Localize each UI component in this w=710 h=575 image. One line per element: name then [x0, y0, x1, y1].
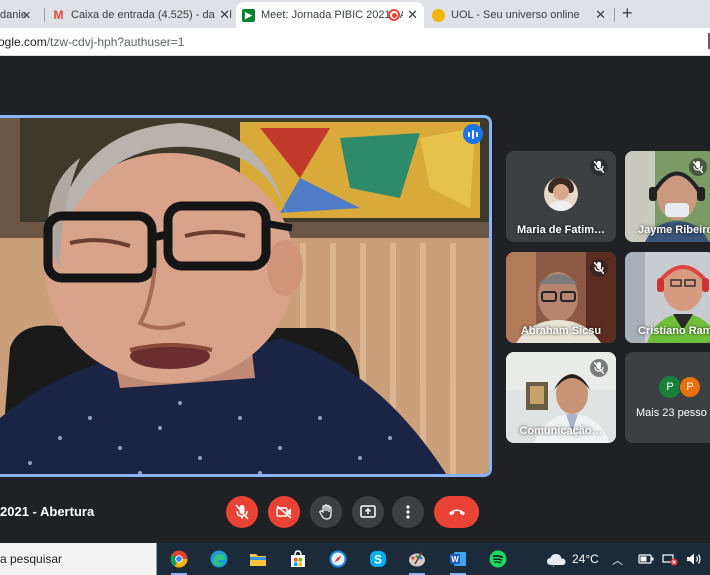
recording-icon — [388, 9, 400, 21]
hand-icon — [319, 504, 332, 520]
mic-off-icon — [235, 504, 249, 520]
participant-name: Maria de Fatim… — [516, 224, 606, 236]
close-tab-icon[interactable]: ✕ — [22, 2, 40, 28]
raise-hand-button[interactable] — [310, 496, 342, 528]
weather-icon[interactable] — [546, 549, 568, 569]
svg-text:S: S — [374, 553, 382, 567]
participant-name: Cristiano Ram — [638, 325, 710, 337]
new-tab-button[interactable]: + — [622, 3, 633, 24]
tab-uol[interactable]: UOL - Seu universo online ✕ — [426, 2, 612, 28]
tab-separator — [614, 8, 615, 22]
close-tab-icon[interactable]: ✕ — [595, 7, 606, 23]
word-icon[interactable]: W — [448, 549, 468, 575]
tab-gmail[interactable]: M Caixa de entrada (4.525) - daniel ✕ — [46, 2, 236, 28]
paint-icon[interactable] — [407, 549, 427, 575]
participant-name: Abraham Sicsu — [520, 325, 602, 337]
file-explorer-icon[interactable] — [248, 549, 268, 569]
avatar — [544, 177, 578, 211]
safari-compass-icon[interactable] — [328, 549, 348, 569]
toggle-mic-button[interactable] — [226, 496, 258, 528]
more-participants-label: Mais 23 pesso — [636, 407, 707, 419]
meeting-title: 2021 - Abertura — [0, 504, 95, 519]
search-placeholder: a pesquisar — [0, 552, 63, 566]
tab-title: Meet: Jornada PIBIC 2021 - A — [261, 9, 408, 21]
meet-stage: Maria de Fatim… Jayme Ribeiro Abraham Si… — [0, 57, 710, 543]
edge-icon[interactable] — [209, 549, 229, 569]
mic-off-icon — [590, 359, 608, 377]
more-participants-tile[interactable]: P P Mais 23 pesso — [625, 352, 710, 443]
meet-icon: ▶ — [242, 8, 255, 22]
main-speaker-tile[interactable] — [0, 115, 492, 477]
participant-name: Comunicação… — [519, 425, 603, 437]
hang-up-icon — [448, 509, 465, 516]
meeting-controls-bar: 2021 - Abertura — [0, 490, 710, 534]
participant-tile[interactable]: Jayme Ribeiro — [625, 151, 710, 242]
leave-call-button[interactable] — [434, 496, 479, 528]
url-path: /tzw-cdvj-hph?authuser=1 — [46, 35, 185, 49]
more-vert-icon — [406, 505, 410, 519]
windows-taskbar: a pesquisar S W 24°C ︿ — [0, 543, 710, 575]
mic-off-icon — [590, 158, 608, 176]
tab-title: Caixa de entrada (4.525) - daniel — [71, 9, 232, 21]
spotify-icon[interactable] — [488, 549, 508, 569]
participant-tile[interactable]: Maria de Fatim… — [506, 151, 616, 242]
uol-icon — [432, 8, 445, 22]
browser-tab-bar: danie ✕ M Caixa de entrada (4.525) - dan… — [0, 0, 710, 28]
address-bar[interactable]: ogle.com/tzw-cdvj-hph?authuser=1 — [0, 28, 710, 56]
svg-text:W: W — [451, 555, 459, 564]
url-host: ogle.com — [0, 35, 47, 49]
skype-icon[interactable]: S — [368, 549, 388, 569]
present-screen-button[interactable] — [352, 496, 384, 528]
tab-title: UOL - Seu universo online — [451, 9, 580, 21]
url-text[interactable]: ogle.com/tzw-cdvj-hph?authuser=1 — [0, 35, 184, 49]
avatar: P — [659, 376, 681, 398]
participant-tile[interactable]: Cristiano Ram — [625, 252, 710, 343]
gmail-icon: M — [53, 8, 64, 22]
avatar: P — [679, 376, 701, 398]
taskbar-search-box[interactable]: a pesquisar — [0, 543, 157, 575]
tab-meet[interactable]: ▶ Meet: Jornada PIBIC 2021 - A ✕ — [236, 2, 424, 28]
toggle-camera-button[interactable] — [268, 496, 300, 528]
participant-tile[interactable]: Comunicação… — [506, 352, 616, 443]
chrome-icon[interactable] — [169, 549, 189, 575]
mic-off-icon — [590, 259, 608, 277]
more-options-button[interactable] — [392, 496, 424, 528]
camera-off-icon — [276, 505, 292, 519]
chevron-up-icon[interactable]: ︿ — [612, 552, 623, 568]
tab-separator — [44, 8, 45, 22]
close-tab-icon[interactable]: ✕ — [215, 7, 230, 23]
speaking-indicator-icon — [463, 124, 483, 144]
speaker-volume-icon[interactable] — [684, 549, 704, 569]
close-tab-icon[interactable]: ✕ — [403, 7, 418, 23]
mic-off-icon — [689, 158, 707, 176]
present-icon — [360, 505, 376, 518]
speaker-video — [0, 118, 489, 474]
store-icon[interactable] — [288, 549, 308, 569]
participant-tile[interactable]: Abraham Sicsu — [506, 252, 616, 343]
participant-name: Jayme Ribeiro — [638, 224, 710, 236]
temperature-label[interactable]: 24°C — [572, 552, 599, 566]
battery-icon[interactable] — [636, 549, 656, 569]
network-off-icon[interactable] — [660, 549, 680, 569]
